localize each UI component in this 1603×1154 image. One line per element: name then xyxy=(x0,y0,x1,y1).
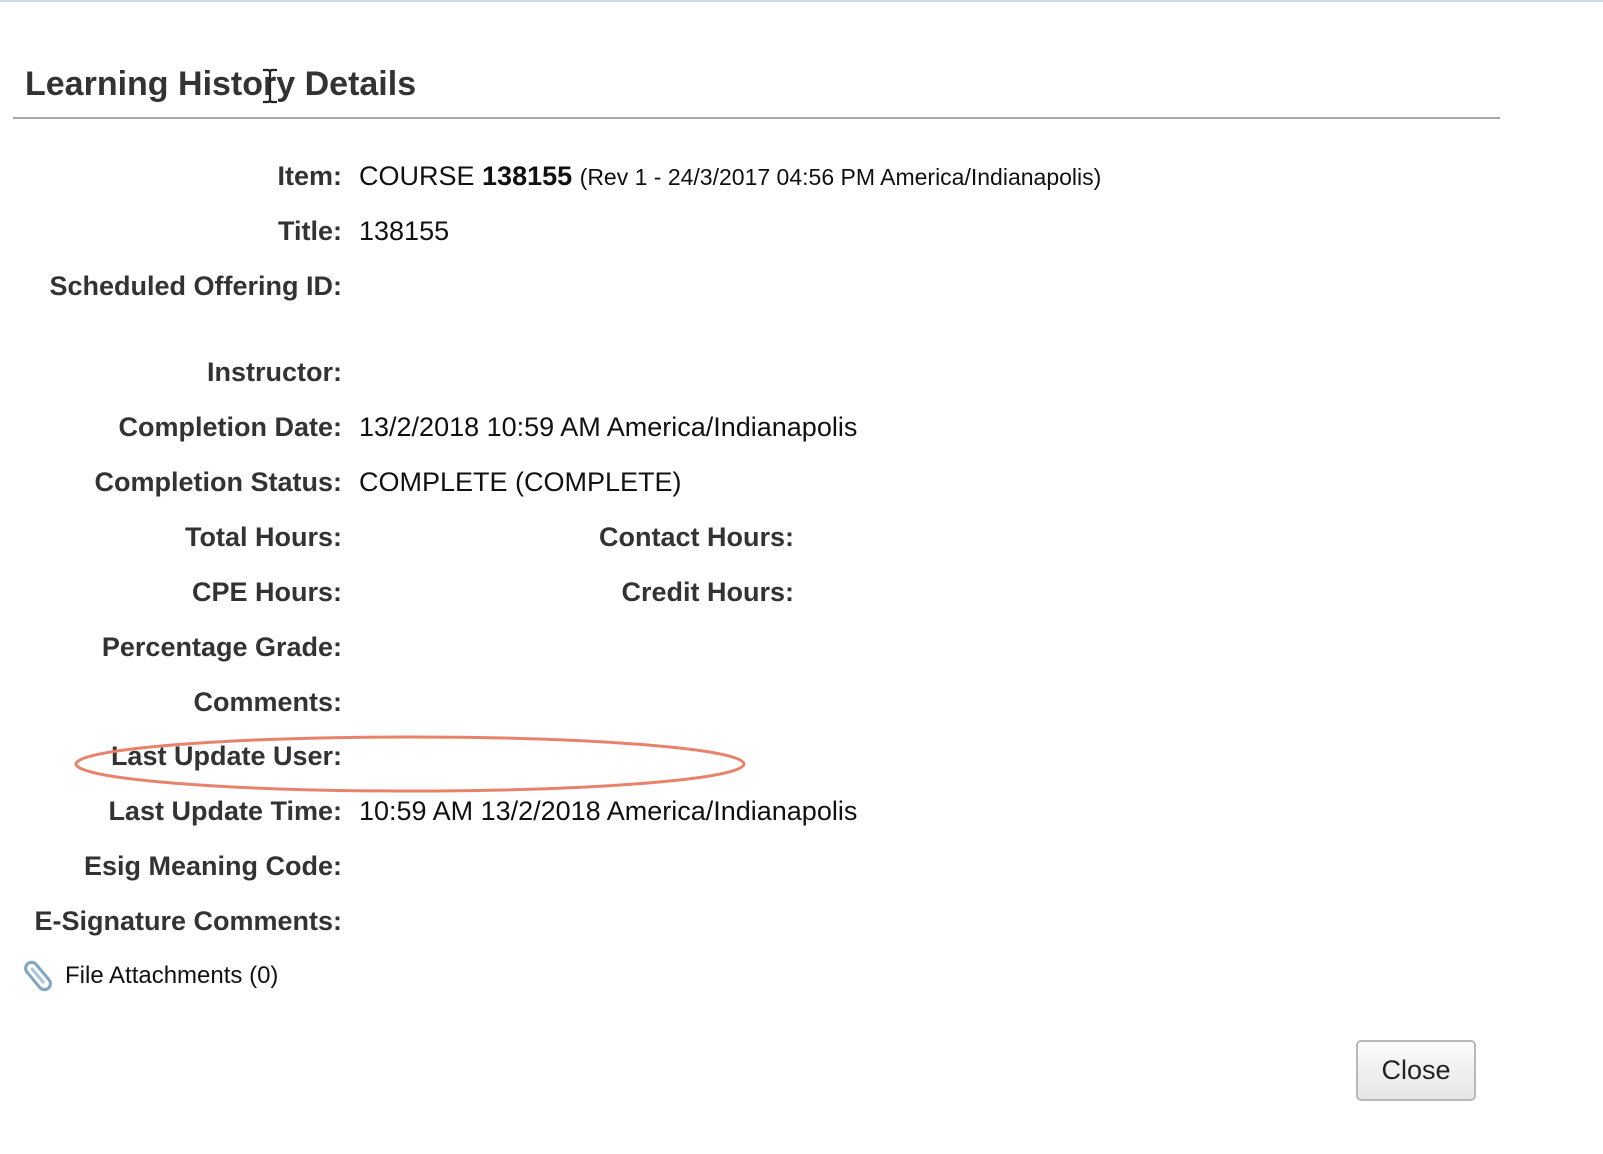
completion-date-label: Completion Date: xyxy=(118,412,342,442)
contact-hours-label: Contact Hours: xyxy=(599,522,794,552)
last-update-user-label: Last Update User: xyxy=(110,741,342,771)
completion-status-label: Completion Status: xyxy=(94,467,343,497)
title-divider xyxy=(13,117,1500,119)
item-label: Item: xyxy=(277,161,342,191)
completion-date-value: 13/2/2018 10:59 AM America/Indianapolis xyxy=(359,412,858,442)
close-button[interactable]: Close xyxy=(1356,1040,1476,1101)
text-cursor-icon xyxy=(263,68,277,104)
top-border-strip xyxy=(0,0,1603,2)
credit-hours-label: Credit Hours: xyxy=(621,577,794,607)
title-label: Title: xyxy=(277,216,342,246)
cpe-hours-label: CPE Hours: xyxy=(191,577,342,607)
item-type: COURSE xyxy=(359,161,475,191)
dialog-title: Learning History Details xyxy=(25,65,417,103)
item-revision: (Rev 1 - 24/3/2017 04:56 PM America/Indi… xyxy=(579,164,1102,190)
paperclip-icon xyxy=(24,960,52,992)
instructor-label: Instructor: xyxy=(207,357,342,387)
completion-status-value: COMPLETE (COMPLETE) xyxy=(359,467,682,497)
item-value: COURSE 138155 (Rev 1 - 24/3/2017 04:56 P… xyxy=(359,160,1101,193)
file-attachments-link[interactable]: File Attachments (0) xyxy=(20,958,278,994)
scheduled-offering-id-label: Scheduled Offering ID: xyxy=(49,271,342,301)
comments-label: Comments: xyxy=(193,687,342,717)
percentage-grade-label: Percentage Grade: xyxy=(101,632,342,662)
last-update-time-value: 10:59 AM 13/2/2018 America/Indianapolis xyxy=(359,796,858,826)
last-update-time-label: Last Update Time: xyxy=(108,796,342,826)
esig-meaning-code-label: Esig Meaning Code: xyxy=(83,851,342,881)
total-hours-label: Total Hours: xyxy=(185,522,342,552)
title-value: 138155 xyxy=(359,216,450,246)
item-course-code: 138155 xyxy=(482,161,573,191)
esignature-comments-label: E-Signature Comments: xyxy=(34,906,342,936)
file-attachments-label: File Attachments (0) xyxy=(65,962,279,989)
